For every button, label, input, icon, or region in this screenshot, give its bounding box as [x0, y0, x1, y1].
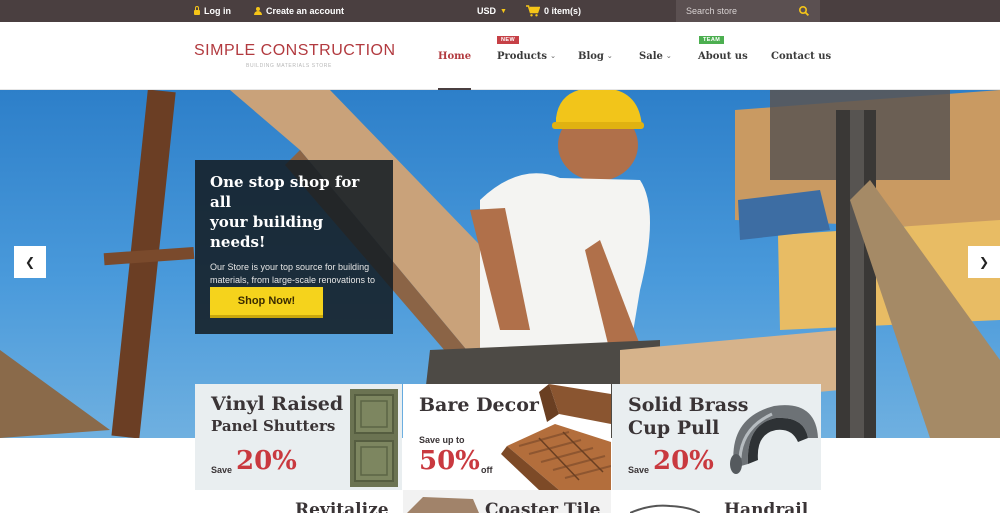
cart-label: 0 item(s) [544, 6, 582, 16]
logo-name: SIMPLE CONSTRUCTION [194, 42, 396, 59]
hero-heading-line1: One stop shop for all [210, 173, 360, 211]
login-link[interactable]: Log in [194, 0, 231, 22]
promo-title: Revitalize [295, 500, 389, 513]
promo-title-line2: Panel Shutters [211, 417, 336, 435]
hero-caption: One stop shop for all your building need… [195, 160, 393, 334]
nav-home-label: Home [438, 50, 472, 62]
promo-percent: 20% [236, 446, 297, 476]
promo-save-label: Save [211, 465, 233, 475]
shop-now-button[interactable]: Shop Now! [210, 287, 323, 318]
hero-heading: One stop shop for all your building need… [210, 172, 378, 252]
nav-contact-us[interactable]: Contact us [771, 22, 831, 90]
currency-selector[interactable]: USD ▼ [477, 0, 507, 22]
user-icon [254, 7, 262, 15]
promo-card-shutters[interactable]: Vinyl Raised Panel Shutters Save 20% [195, 384, 402, 490]
chevron-down-icon: ▼ [500, 7, 507, 15]
logo-tagline: BUILDING MATERIALS STORE [246, 63, 332, 69]
promo-title: Vinyl Raised Panel Shutters [211, 394, 343, 437]
promo-save-label: Save up to [419, 435, 465, 445]
promo-suffix: off [481, 465, 493, 475]
currency-label: USD [477, 6, 497, 16]
cart-link[interactable]: 0 item(s) [526, 0, 581, 22]
promo-card-brass-pull[interactable]: Solid Brass Cup Pull Save 20% [612, 384, 821, 490]
promo-card-decor[interactable]: Bare Decor Save up to 50% off [403, 384, 611, 490]
search-icon[interactable] [798, 5, 810, 17]
chevron-down-icon: ⌄ [550, 52, 556, 60]
logo[interactable]: SIMPLE CONSTRUCTION BUILDING MATERIALS S… [194, 42, 396, 69]
deck-tiles-image [501, 384, 611, 490]
promo-title-line1: Vinyl Raised [211, 393, 344, 415]
search-box [676, 0, 820, 22]
slider-prev-button[interactable]: ❮ [14, 246, 46, 278]
chevron-right-icon: ❯ [978, 255, 990, 269]
nav-about-us[interactable]: About us [698, 22, 748, 90]
nav-sale-label: Sale [639, 50, 663, 62]
promo-title: Coaster Tile [485, 500, 601, 513]
nav-about-label: About us [698, 50, 748, 62]
promo-percent: 20% [653, 446, 714, 476]
chevron-down-icon: ⌄ [606, 52, 613, 60]
handrail-image [630, 504, 700, 513]
nav-blog-label: Blog [578, 50, 604, 62]
promo-title-line2: Cup Pull [628, 417, 720, 439]
cup-pull-image [730, 405, 818, 474]
nav-sale[interactable]: Sale ⌄ [639, 22, 672, 90]
create-account-link[interactable]: Create an account [254, 0, 344, 22]
hero-heading-line2: your building needs! [210, 213, 324, 251]
nav-products-label: Products [497, 50, 548, 62]
search-input[interactable] [686, 6, 798, 16]
promo-save-label: Save [628, 465, 650, 475]
promo-percent: 50% [419, 446, 480, 476]
slider-next-button[interactable]: ❯ [968, 246, 1000, 278]
nav-home[interactable]: Home [438, 22, 472, 91]
create-account-label: Create an account [266, 6, 345, 16]
nav-blog[interactable]: Blog ⌄ [578, 22, 613, 90]
top-bar: Log in Create an account USD ▼ 0 item(s) [0, 0, 1000, 22]
nav-contact-label: Contact us [771, 50, 832, 62]
chevron-left-icon: ❮ [24, 255, 36, 269]
nav-products[interactable]: Products ⌄ [497, 22, 556, 90]
site-header: SIMPLE CONSTRUCTION BUILDING MATERIALS S… [0, 22, 1000, 91]
shutter-image [350, 389, 398, 487]
promo-card-coaster-tile[interactable]: Coaster Tile [403, 490, 611, 513]
cart-icon [526, 5, 540, 17]
promo-card-revitalize[interactable]: Revitalize [195, 490, 402, 513]
chevron-down-icon: ⌄ [665, 52, 672, 60]
lock-icon [194, 6, 200, 15]
login-label: Log in [204, 6, 231, 16]
promo-card-handrail[interactable]: Handrail [612, 490, 821, 513]
promo-title: Handrail [724, 500, 809, 513]
coaster-image [407, 497, 479, 513]
